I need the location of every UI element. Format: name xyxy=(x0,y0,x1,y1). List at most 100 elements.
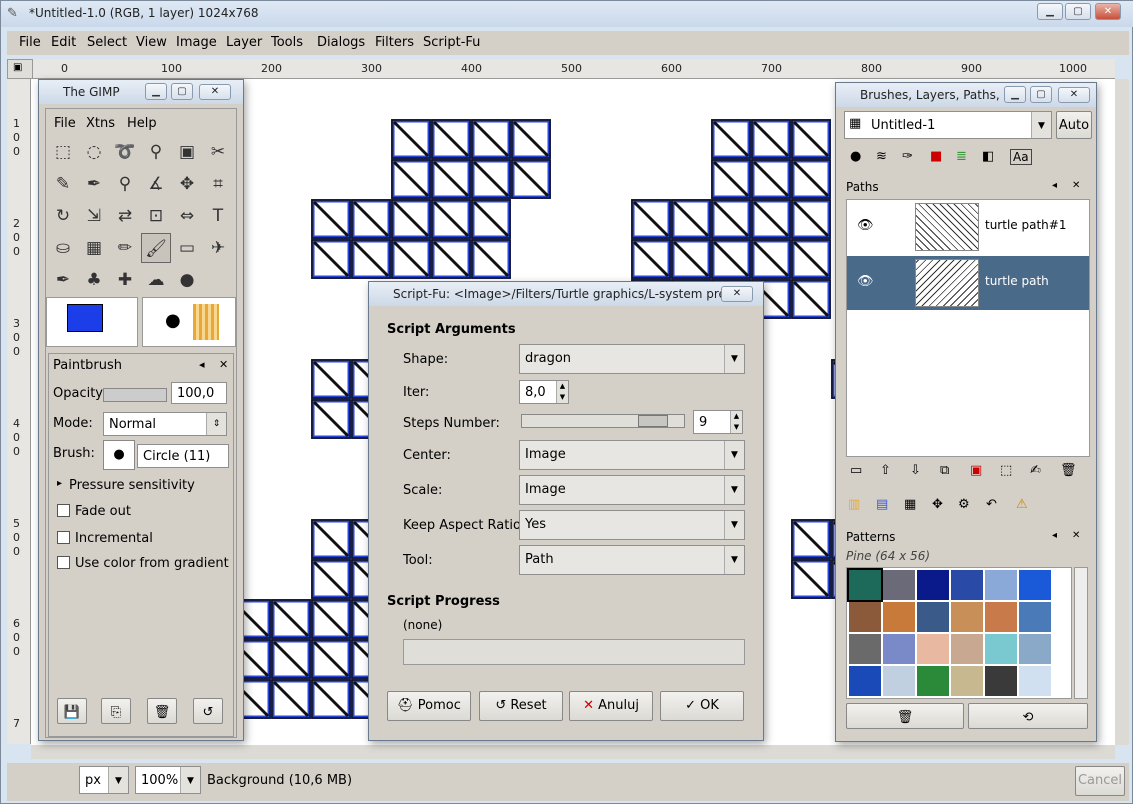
tab-palettes[interactable]: ▦ xyxy=(904,497,916,512)
pattern-swatch[interactable] xyxy=(917,570,949,600)
menu-edit[interactable]: Edit xyxy=(51,35,76,50)
path-row[interactable]: 👁 turtle path#1 xyxy=(847,200,1089,254)
close-icon[interactable]: ✕ xyxy=(1072,530,1080,541)
menu-select[interactable]: Select xyxy=(87,35,127,50)
raise-path-icon[interactable]: ⇧ xyxy=(880,463,891,478)
pattern-swatch[interactable] xyxy=(951,602,983,632)
spinner-arrows-icon[interactable]: ▲ ▼ xyxy=(730,411,742,433)
delete-options-button[interactable]: 🗑 xyxy=(147,698,177,724)
eye-icon[interactable]: 👁 xyxy=(857,218,874,233)
minimize-button[interactable]: ▁ xyxy=(145,83,167,100)
pattern-swatch[interactable] xyxy=(883,602,915,632)
toolbox-menu-file[interactable]: File xyxy=(54,116,76,131)
ellipse-select-icon[interactable]: ◌ xyxy=(79,137,109,167)
scale-select[interactable]: Image ▼ xyxy=(519,475,745,505)
clone-icon[interactable]: ♣ xyxy=(79,265,109,295)
path-to-selection-icon[interactable]: ▣ xyxy=(970,463,982,478)
brush-pattern-gradient-area[interactable]: ● xyxy=(142,297,236,347)
tab-undo[interactable]: ≣ xyxy=(956,149,967,164)
pattern-swatch[interactable] xyxy=(917,666,949,696)
ok-button[interactable]: ✓ OK xyxy=(660,691,744,721)
pattern-swatch[interactable] xyxy=(951,570,983,600)
tab-patterns[interactable]: ▥ xyxy=(848,497,860,512)
pattern-swatch[interactable] xyxy=(985,666,1017,696)
text-icon[interactable]: T xyxy=(203,201,233,231)
close-icon[interactable]: ✕ xyxy=(199,84,231,100)
pattern-swatch[interactable] xyxy=(985,634,1017,664)
opacity-spinner[interactable]: 100,0 xyxy=(171,382,227,404)
pattern-swatch[interactable] xyxy=(883,570,915,600)
tab-brushes[interactable]: ● xyxy=(850,149,861,164)
patterns-scrollbar[interactable] xyxy=(1074,567,1088,699)
aspect-select[interactable]: Yes ▼ xyxy=(519,510,745,540)
zoom-select[interactable]: 100% ▼ xyxy=(135,766,201,794)
pattern-swatch[interactable] xyxy=(917,602,949,632)
close-icon[interactable]: ✕ xyxy=(219,358,228,371)
move-icon[interactable]: ✥ xyxy=(172,169,202,199)
toolbox-menu-help[interactable]: Help xyxy=(127,116,157,131)
rotate-icon[interactable]: ↻ xyxy=(48,201,78,231)
pattern-swatch[interactable] xyxy=(1019,602,1051,632)
menu-filters[interactable]: Filters xyxy=(375,35,414,50)
color-select-icon[interactable]: ▣ xyxy=(172,137,202,167)
color-area[interactable] xyxy=(46,297,138,347)
reset-button[interactable]: ↺ Reset xyxy=(479,691,563,721)
smudge-icon[interactable]: ☁ xyxy=(141,265,171,295)
minimize-button[interactable]: ▁ xyxy=(1004,86,1026,103)
bucket-fill-icon[interactable]: ⛀ xyxy=(48,233,78,263)
mode-select[interactable]: Normal ⇕ xyxy=(103,412,227,436)
expander-arrow-icon[interactable]: ▸ xyxy=(57,478,62,489)
fuzzy-select-icon[interactable]: ⚲ xyxy=(141,137,171,167)
vertical-scrollbar[interactable] xyxy=(1115,79,1129,745)
pattern-swatch[interactable] xyxy=(951,666,983,696)
gradient-checkbox[interactable] xyxy=(57,556,70,569)
lower-path-icon[interactable]: ⇩ xyxy=(910,463,921,478)
fg-color-swatch[interactable] xyxy=(67,304,103,332)
menu-file[interactable]: File xyxy=(19,35,41,50)
minimize-button[interactable]: ▁ xyxy=(1037,3,1063,20)
slider-handle[interactable] xyxy=(638,415,668,427)
rect-select-icon[interactable]: ⬚ xyxy=(48,137,78,167)
close-icon[interactable]: ✕ xyxy=(721,286,753,302)
paths-icon[interactable]: ✎ xyxy=(48,169,78,199)
tab-templates[interactable]: ⚙ xyxy=(958,497,970,512)
perspective-icon[interactable]: ⊡ xyxy=(141,201,171,231)
brush-preview-icon[interactable]: ● xyxy=(165,310,181,331)
pattern-swatch[interactable] xyxy=(951,634,983,664)
close-icon[interactable]: ✕ xyxy=(1072,180,1080,191)
maximize-button[interactable]: ▢ xyxy=(171,83,193,100)
duplicate-path-icon[interactable]: ⧉ xyxy=(940,463,949,478)
delete-path-icon[interactable]: 🗑 xyxy=(1060,463,1077,478)
pencil-icon[interactable]: ✏ xyxy=(110,233,140,263)
spinner-arrows-icon[interactable]: ▲ ▼ xyxy=(556,381,568,403)
menu-arrow-icon[interactable]: ◂ xyxy=(1052,180,1057,191)
fade-out-checkbox[interactable] xyxy=(57,504,70,517)
help-button[interactable]: ⛑ Pomoc xyxy=(387,691,471,721)
close-icon[interactable]: ✕ xyxy=(1058,87,1090,103)
path-row-selected[interactable]: 👁 turtle path xyxy=(847,256,1089,310)
airbrush-icon[interactable]: ✈ xyxy=(203,233,233,263)
menu-arrow-icon[interactable]: ◂ xyxy=(199,358,205,371)
tab-channels[interactable]: ■ xyxy=(930,149,942,164)
image-select[interactable]: ▦ Untitled-1 ▼ xyxy=(844,111,1052,139)
maximize-button[interactable]: ▢ xyxy=(1065,3,1091,20)
save-options-button[interactable]: 💾 xyxy=(57,698,87,724)
dodge-icon[interactable]: ● xyxy=(172,265,202,295)
eraser-icon[interactable]: ▭ xyxy=(172,233,202,263)
tab-pointer[interactable]: ✥ xyxy=(932,497,943,512)
refresh-patterns-button[interactable]: ⟲ xyxy=(968,703,1088,729)
zoom-icon[interactable]: ⚲ xyxy=(110,169,140,199)
blend-icon[interactable]: ▦ xyxy=(79,233,109,263)
tab-error-console[interactable]: ⚠ xyxy=(1016,497,1028,512)
cancel-button[interactable]: ✕ Anuluj xyxy=(569,691,653,721)
vertical-ruler[interactable]: 1 0 0 2 0 0 3 0 0 4 0 0 5 0 0 6 0 0 7 xyxy=(7,79,31,744)
pattern-swatch[interactable] xyxy=(1019,570,1051,600)
scale-icon[interactable]: ⇲ xyxy=(79,201,109,231)
menu-dialogs[interactable]: Dialogs xyxy=(317,35,365,50)
paintbrush-icon[interactable]: 🖌 xyxy=(141,233,171,263)
horizontal-ruler[interactable]: 0 100 200 300 400 500 600 700 800 900 10… xyxy=(33,59,1115,79)
quick-mask-corner[interactable]: ▣ xyxy=(7,59,33,79)
horizontal-scrollbar[interactable] xyxy=(31,745,1115,759)
pattern-swatch[interactable] xyxy=(847,568,883,602)
pattern-swatch[interactable] xyxy=(985,570,1017,600)
